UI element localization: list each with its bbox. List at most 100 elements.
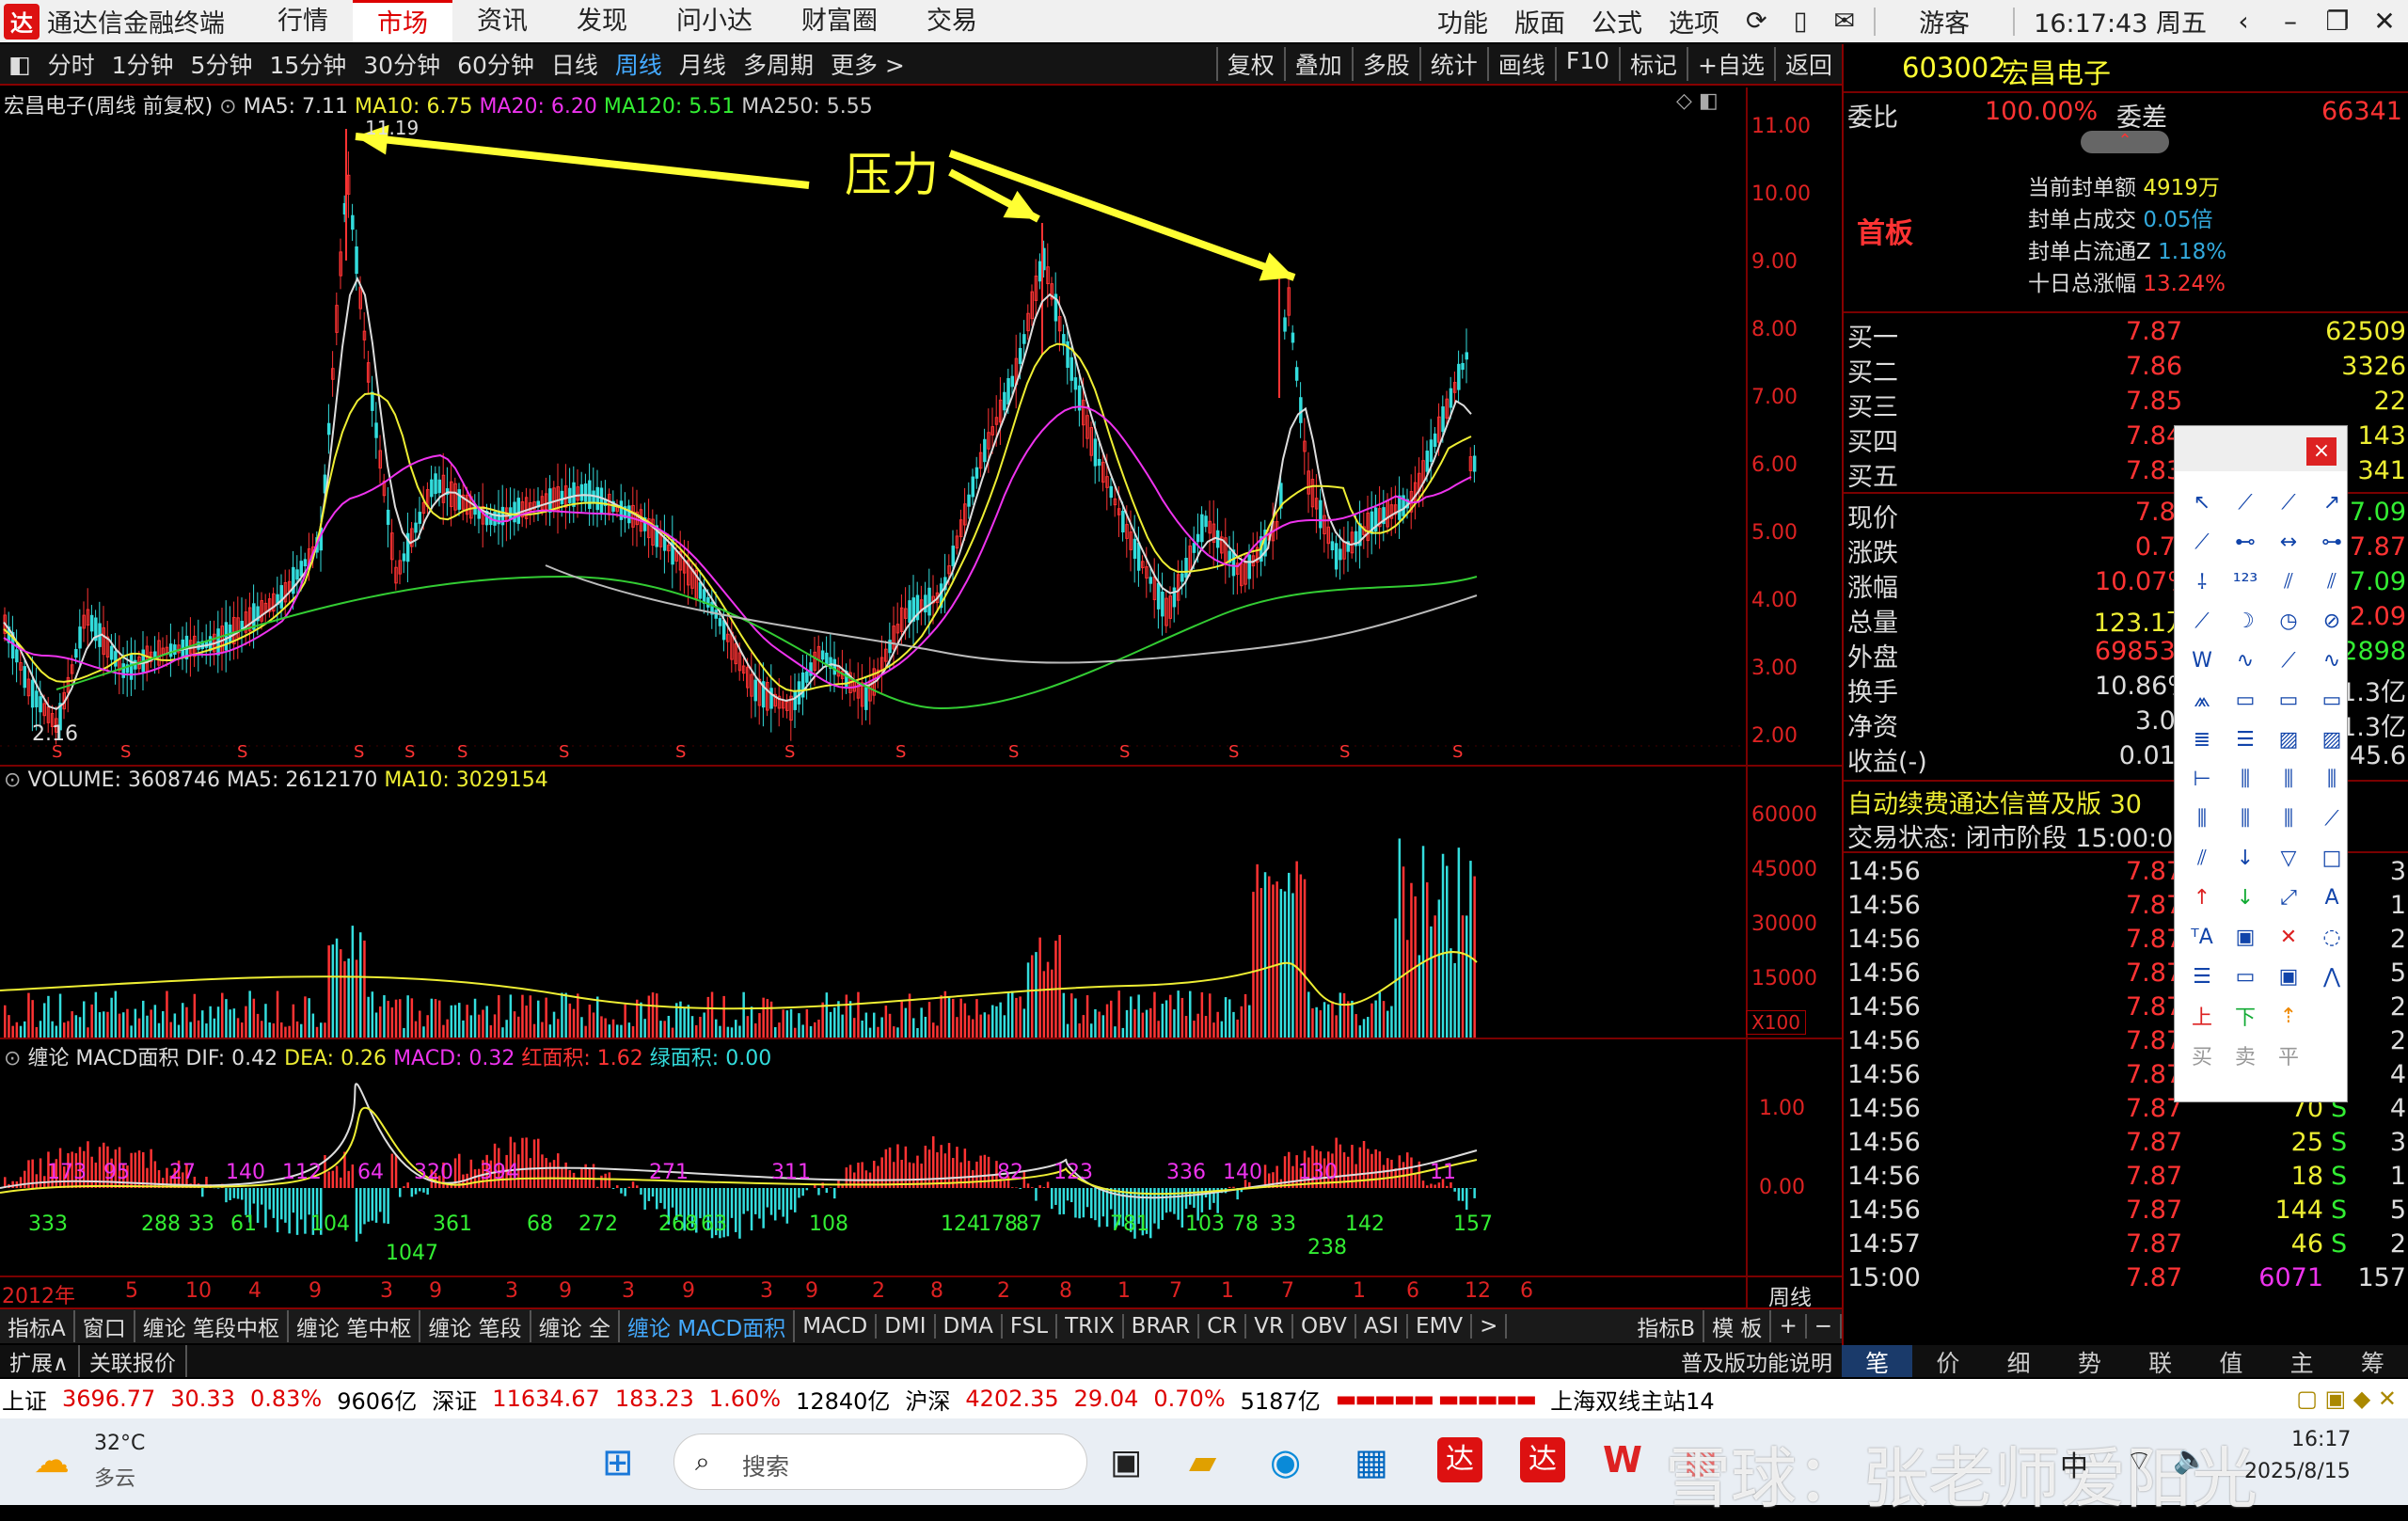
draw-tool-icon[interactable]: ⟋ bbox=[2182, 601, 2222, 641]
draw-tool-icon[interactable]: ↔ bbox=[2269, 522, 2308, 562]
tdx-app-icon-2[interactable]: 达 bbox=[1520, 1437, 1565, 1482]
close-icon[interactable]: ✕ bbox=[2361, 6, 2408, 37]
right-tab[interactable]: 势 bbox=[2054, 1345, 2125, 1377]
menu-ask[interactable]: 问小达 bbox=[652, 0, 777, 42]
draw-tool-icon[interactable]: ⫼ bbox=[2269, 799, 2308, 838]
draw-tool-icon[interactable]: ∿ bbox=[2312, 641, 2352, 680]
right-tab[interactable]: 值 bbox=[2195, 1345, 2266, 1377]
bid-row[interactable]: 买一7.8762509 bbox=[1844, 317, 2408, 351]
phone-icon[interactable]: ▯ bbox=[1781, 7, 1821, 36]
draw-tool-icon[interactable]: ◌ bbox=[2312, 917, 2352, 957]
indicator-tab[interactable]: TRIX bbox=[1057, 1314, 1124, 1339]
menu-news[interactable]: 资讯 bbox=[452, 0, 552, 42]
wps-icon[interactable]: W bbox=[1603, 1439, 1642, 1481]
return-button[interactable]: 返回 bbox=[1774, 47, 1842, 81]
stats-button[interactable]: 统计 bbox=[1419, 47, 1487, 81]
bid-row[interactable]: 买三7.8522 bbox=[1844, 387, 2408, 420]
indicator-right-button[interactable]: + bbox=[1771, 1314, 1806, 1339]
draw-tool-icon[interactable]: ◷ bbox=[2269, 601, 2308, 641]
draw-tool-icon[interactable]: ⫼ bbox=[2269, 759, 2308, 799]
draw-tool-icon[interactable]: ⫽ bbox=[2182, 838, 2222, 878]
draw-tool-icon[interactable]: W bbox=[2182, 641, 2222, 680]
user-label[interactable]: 游客 bbox=[1881, 3, 2007, 40]
draw-tool-icon[interactable]: 上 bbox=[2182, 996, 2222, 1036]
indicator-tab[interactable]: 缠论 MACD面积 bbox=[620, 1310, 795, 1342]
indicator-tab[interactable]: CR bbox=[1199, 1314, 1246, 1339]
draw-tool-icon[interactable]: ▭ bbox=[2269, 680, 2308, 720]
draw-tool-icon[interactable]: ▣ bbox=[2269, 957, 2308, 996]
draw-tool-icon[interactable]: ⫼ bbox=[2226, 759, 2265, 799]
indicator-tab[interactable]: 缠论 笔段中枢 bbox=[135, 1310, 289, 1342]
basic-edition-help[interactable]: 普及版功能说明 bbox=[1671, 1345, 1842, 1377]
right-tab[interactable]: 细 bbox=[1984, 1345, 2054, 1377]
draw-tool-trade[interactable]: 卖 bbox=[2226, 1036, 2265, 1075]
draw-tool-trade[interactable]: 买 bbox=[2182, 1036, 2222, 1075]
indicator-tab[interactable]: ASI bbox=[1356, 1314, 1408, 1339]
sz-label[interactable]: 深证 bbox=[432, 1383, 477, 1416]
menu-function[interactable]: 功能 bbox=[1424, 3, 1501, 40]
right-tab[interactable]: 主 bbox=[2267, 1345, 2337, 1377]
right-tab[interactable]: 笔 bbox=[1842, 1345, 1912, 1377]
indicator-tab[interactable]: DMA bbox=[936, 1314, 1003, 1339]
draw-tool-icon[interactable]: 下 bbox=[2226, 996, 2265, 1036]
draw-tool-icon[interactable]: □ bbox=[2312, 838, 2352, 878]
period-5min[interactable]: 5分钟 bbox=[182, 47, 261, 81]
draw-tool-icon[interactable]: ≣ bbox=[2182, 720, 2222, 759]
chart-area[interactable]: SSSSSSSSSSSSSSS1739527140112643203942713… bbox=[0, 87, 1842, 1307]
add-watchlist-button[interactable]: +自选 bbox=[1687, 47, 1774, 81]
indicator-tab[interactable]: > bbox=[1472, 1314, 1507, 1339]
indicator-right-button[interactable]: 模 板 bbox=[1704, 1310, 1771, 1342]
bid-row[interactable]: 买二7.863326 bbox=[1844, 352, 2408, 386]
draw-tool-icon[interactable]: ⫼ bbox=[2312, 759, 2352, 799]
draw-tool-icon[interactable]: ⊶ bbox=[2312, 522, 2352, 562]
dropdown-icon[interactable]: ⊙ bbox=[4, 1047, 21, 1070]
indicator-tab[interactable]: BRAR bbox=[1124, 1314, 1200, 1339]
back-icon[interactable]: ‹ bbox=[2220, 6, 2267, 37]
refresh-icon[interactable]: ⟳ bbox=[1733, 7, 1781, 36]
period-60min[interactable]: 60分钟 bbox=[449, 47, 543, 81]
dropdown-icon[interactable]: ⊙ bbox=[219, 95, 236, 119]
taskbar-date[interactable]: 2025/8/15 bbox=[2244, 1460, 2351, 1483]
menu-market[interactable]: 市场 bbox=[353, 0, 452, 42]
indicator-tab[interactable]: EMV bbox=[1408, 1314, 1472, 1339]
ime-indicator[interactable]: 中 bbox=[2060, 1443, 2088, 1484]
menu-quotes[interactable]: 行情 bbox=[253, 0, 353, 42]
indicator-right-button[interactable]: 指标B bbox=[1629, 1310, 1704, 1342]
draw-tool-icon[interactable]: ᵀA bbox=[2182, 917, 2222, 957]
kline-chart[interactable]: SSSSSSSSSSSSSSS1739527140112643203942713… bbox=[0, 87, 1842, 1307]
indicator-tab[interactable]: 缠论 全 bbox=[531, 1310, 620, 1342]
indicator-tab[interactable]: 窗口 bbox=[75, 1310, 135, 1342]
promo-text[interactable]: 自动续费通达信普及版 30 bbox=[1847, 784, 2142, 820]
menu-formula[interactable]: 公式 bbox=[1578, 3, 1656, 40]
collapse-icon[interactable]: ⌃ bbox=[2081, 131, 2169, 153]
taskbar-search[interactable]: ⌕ 搜索 bbox=[673, 1434, 1087, 1490]
indicator-tab[interactable]: VR bbox=[1246, 1314, 1293, 1339]
sidebar-toggle-icon[interactable]: ◧ bbox=[0, 51, 40, 78]
mail-icon[interactable]: ✉ bbox=[1821, 7, 1869, 36]
draw-tool-icon[interactable]: ⟋ bbox=[2226, 483, 2265, 522]
menu-wealth[interactable]: 财富圈 bbox=[777, 0, 902, 42]
edge-icon[interactable]: ◉ bbox=[1270, 1441, 1301, 1482]
menu-layout[interactable]: 版面 bbox=[1501, 3, 1578, 40]
draw-tool-icon[interactable]: ⫼ bbox=[2226, 799, 2265, 838]
draw-tool-icon[interactable]: ↖ bbox=[2182, 483, 2222, 522]
hs-label[interactable]: 沪深 bbox=[905, 1383, 950, 1416]
draw-tool-icon[interactable]: ▨ bbox=[2312, 720, 2352, 759]
draw-tool-icon[interactable]: A bbox=[2312, 878, 2352, 917]
windows-start-icon[interactable]: ⊞ bbox=[602, 1441, 634, 1484]
draw-tool-trade[interactable]: 平 bbox=[2269, 1036, 2308, 1075]
menu-discover[interactable]: 发现 bbox=[552, 0, 652, 42]
indicator-right-button[interactable]: − bbox=[1807, 1314, 1842, 1339]
volume-icon[interactable]: 🔈 bbox=[2173, 1443, 2208, 1476]
store-icon[interactable]: ▦ bbox=[1354, 1441, 1388, 1482]
draw-tool-icon[interactable]: ☽ bbox=[2226, 601, 2265, 641]
period-1min[interactable]: 1分钟 bbox=[103, 47, 182, 81]
draw-tool-icon[interactable]: ⫽ bbox=[2269, 562, 2308, 601]
tdx-app-icon[interactable]: 达 bbox=[1437, 1437, 1482, 1482]
draw-button[interactable]: 画线 bbox=[1487, 47, 1555, 81]
indicator-tab[interactable]: MACD bbox=[795, 1314, 877, 1339]
draw-tool-icon[interactable]: ⊷ bbox=[2226, 522, 2265, 562]
indicator-tab[interactable]: 缠论 笔段 bbox=[420, 1310, 531, 1342]
expand-button[interactable]: 扩展∧ bbox=[0, 1345, 80, 1377]
menu-trade[interactable]: 交易 bbox=[902, 0, 1002, 42]
